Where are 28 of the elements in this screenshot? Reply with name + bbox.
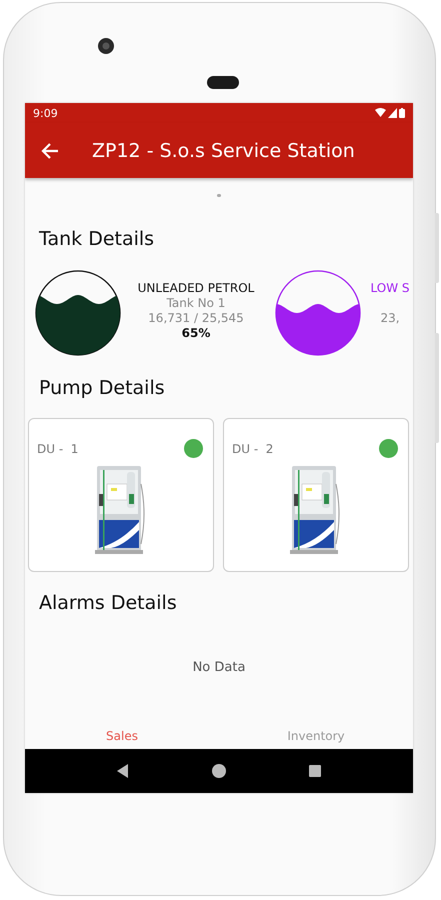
pump-card[interactable]: DU - 2 bbox=[223, 418, 409, 572]
recents-icon[interactable] bbox=[307, 763, 323, 779]
bottom-tab[interactable]: Inventory bbox=[219, 729, 413, 743]
tank-volume: 23, bbox=[380, 311, 400, 326]
empty-message: No Data bbox=[192, 660, 246, 675]
speaker-grille bbox=[207, 76, 239, 89]
tank-percent: 65% bbox=[182, 326, 210, 341]
tank-volume: 16,731 / 25,545 bbox=[148, 311, 244, 326]
bottom-tab[interactable]: Sales bbox=[25, 729, 219, 743]
tank-number: Tank No 1 bbox=[166, 296, 226, 311]
back-icon[interactable] bbox=[115, 763, 131, 779]
tank-fuel-name: LOW S bbox=[370, 281, 410, 296]
back-arrow-icon[interactable] bbox=[40, 140, 60, 160]
pump-card[interactable]: DU - 1 bbox=[28, 418, 214, 572]
tank-fuel-name: UNLEADED PETROL bbox=[138, 281, 254, 296]
section-heading: Alarms Details bbox=[39, 591, 178, 615]
scroll-indicator bbox=[217, 194, 221, 197]
pump-label: DU - 1 bbox=[37, 442, 78, 456]
signal-icon bbox=[388, 108, 397, 118]
section-heading: Pump Details bbox=[39, 376, 166, 400]
screen-title: ZP12 - S.o.s Service Station bbox=[92, 140, 355, 162]
status-time: 9:09 bbox=[33, 106, 58, 120]
battery-icon bbox=[399, 108, 405, 118]
pump-label: DU - 2 bbox=[232, 442, 274, 456]
section-heading: Tank Details bbox=[39, 227, 156, 251]
camera-icon bbox=[97, 37, 115, 55]
wifi-icon bbox=[375, 108, 386, 118]
home-icon[interactable] bbox=[211, 763, 227, 779]
